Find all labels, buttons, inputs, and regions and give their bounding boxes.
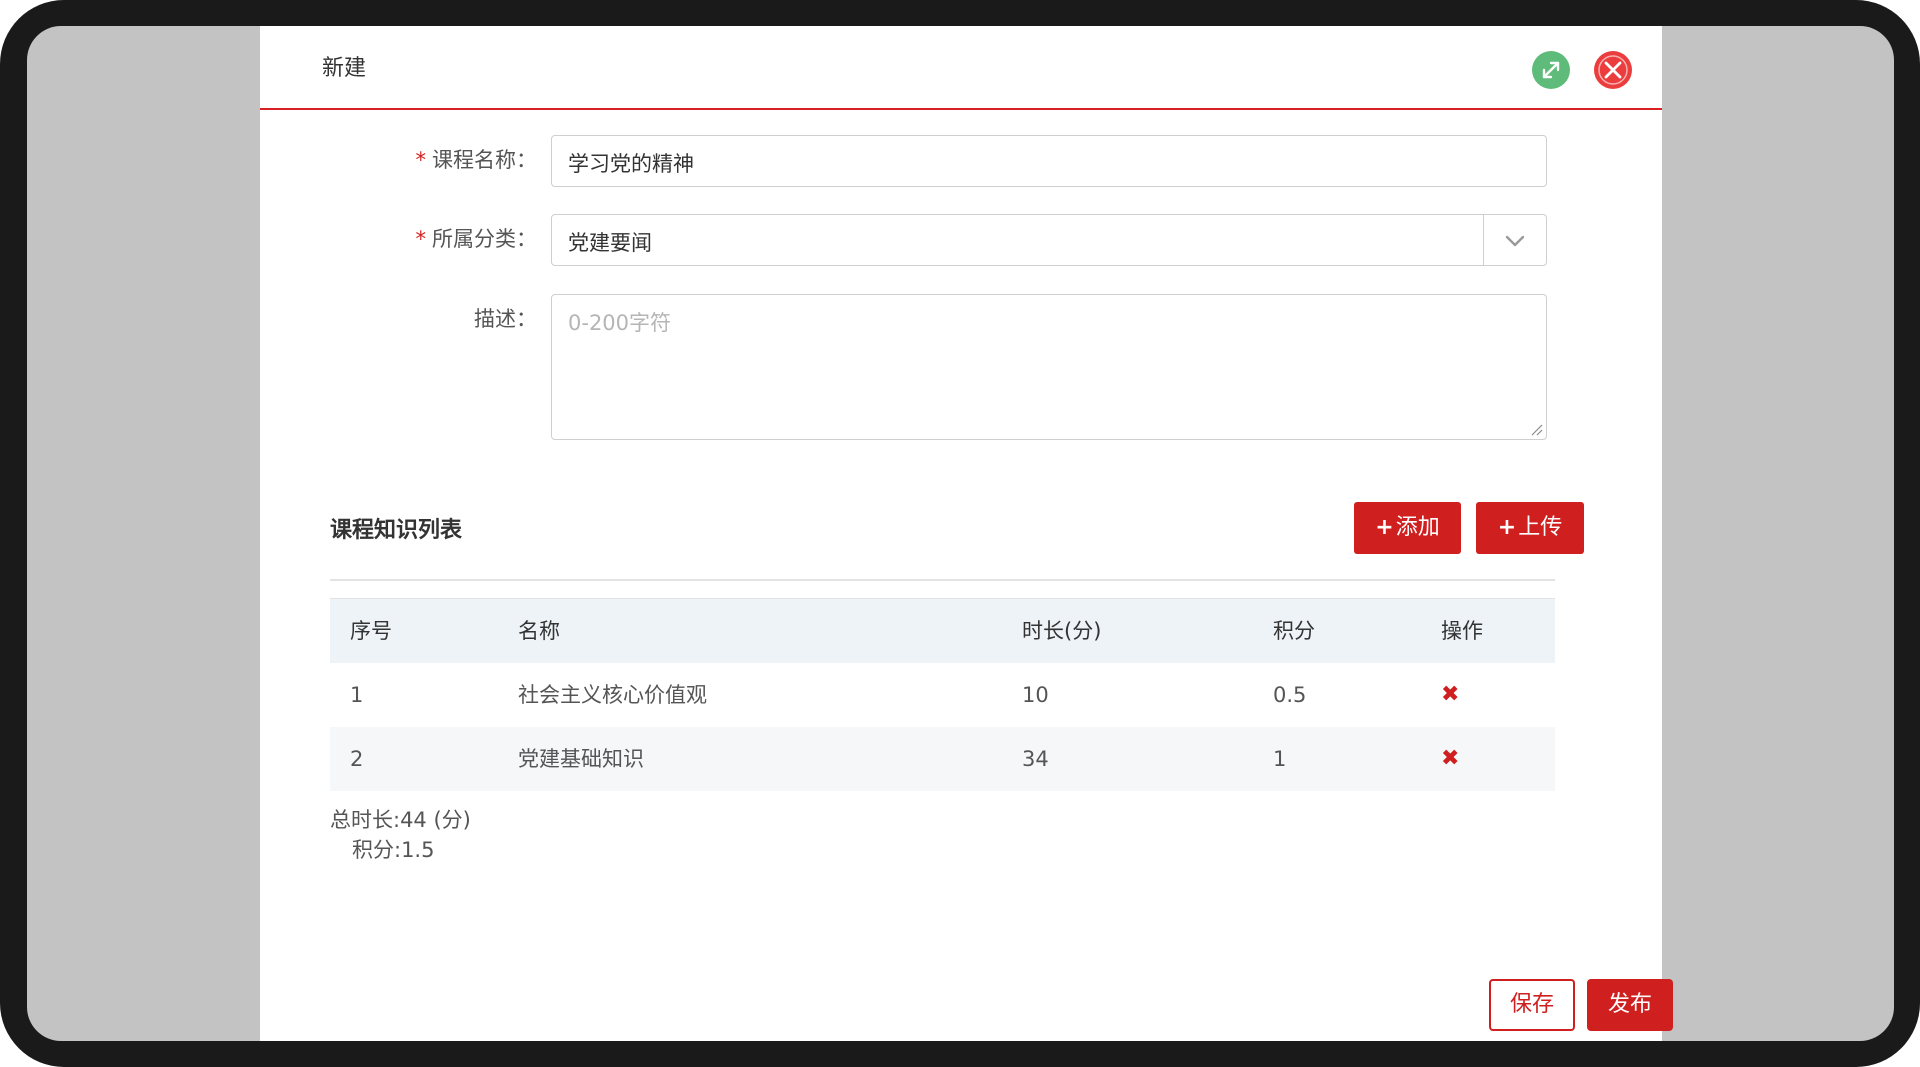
row-index: 1 bbox=[350, 683, 364, 707]
dialog-header: 新建 bbox=[260, 26, 1662, 110]
section-divider bbox=[330, 579, 1555, 581]
course-name-value: 学习党的精神 bbox=[568, 152, 694, 176]
description-label: 描述： bbox=[320, 303, 537, 333]
category-label-text: 所属分类： bbox=[432, 227, 537, 251]
category-label: * 所属分类： bbox=[320, 223, 538, 253]
knowledge-list-title: 课程知识列表 bbox=[330, 518, 463, 543]
row-points: 1 bbox=[1273, 747, 1287, 771]
expand-arrows-icon bbox=[1542, 61, 1560, 79]
category-value: 党建要闻 bbox=[568, 231, 652, 255]
column-header-points: 积分 bbox=[1273, 619, 1315, 643]
plus-icon: + bbox=[1375, 515, 1394, 540]
expand-button[interactable] bbox=[1532, 51, 1570, 89]
save-button[interactable]: 保存 bbox=[1489, 979, 1575, 1031]
table-row: 2 党建基础知识 34 1 ✖ bbox=[330, 727, 1555, 791]
table-row: 1 社会主义核心价值观 10 0.5 ✖ bbox=[330, 663, 1555, 727]
dialog-title: 新建 bbox=[322, 56, 367, 81]
upload-knowledge-button[interactable]: +上传 bbox=[1476, 502, 1584, 554]
required-mark: * bbox=[415, 148, 427, 172]
total-points: 积分:1.5 bbox=[352, 838, 435, 862]
screen: 新建 * 课程名称： 学习党的精神 * 所属分类： 党建要闻 描述： 0-200… bbox=[27, 26, 1894, 1041]
row-points: 0.5 bbox=[1273, 683, 1307, 707]
row-index: 2 bbox=[350, 747, 364, 771]
add-button-label: 添加 bbox=[1395, 515, 1440, 540]
description-label-text: 描述： bbox=[474, 307, 537, 331]
publish-button[interactable]: 发布 bbox=[1587, 979, 1673, 1031]
chevron-down-icon bbox=[1505, 235, 1525, 247]
description-placeholder: 0-200字符 bbox=[568, 311, 672, 335]
course-name-label: * 课程名称： bbox=[320, 144, 538, 174]
table-header: 序号 名称 时长(分) 积分 操作 bbox=[330, 598, 1555, 663]
course-name-label-text: 课程名称： bbox=[432, 148, 537, 172]
resize-grip-icon[interactable] bbox=[1529, 422, 1543, 436]
column-header-name: 名称 bbox=[518, 619, 560, 643]
knowledge-summary: 总时长:44 (分) 积分:1.5 bbox=[330, 805, 471, 865]
description-textarea[interactable]: 0-200字符 bbox=[551, 294, 1547, 440]
category-select[interactable]: 党建要闻 bbox=[551, 214, 1547, 266]
close-button[interactable] bbox=[1594, 51, 1632, 89]
device-frame: 新建 * 课程名称： 学习党的精神 * 所属分类： 党建要闻 描述： 0-200… bbox=[0, 0, 1920, 1067]
column-header-action: 操作 bbox=[1441, 619, 1483, 643]
course-name-input[interactable]: 学习党的精神 bbox=[551, 135, 1547, 187]
delete-x-icon[interactable]: ✖ bbox=[1441, 663, 1459, 727]
row-name: 社会主义核心价值观 bbox=[518, 683, 707, 707]
new-course-dialog: 新建 * 课程名称： 学习党的精神 * 所属分类： 党建要闻 描述： 0-200… bbox=[260, 26, 1673, 1041]
plus-icon: + bbox=[1497, 515, 1517, 540]
close-x-icon bbox=[1598, 55, 1628, 85]
category-dropdown-toggle[interactable] bbox=[1483, 215, 1546, 265]
required-mark: * bbox=[415, 227, 427, 251]
delete-x-icon[interactable]: ✖ bbox=[1441, 727, 1459, 791]
row-duration: 10 bbox=[1022, 683, 1049, 707]
column-header-duration: 时长(分) bbox=[1022, 619, 1102, 643]
total-duration: 总时长:44 (分) bbox=[330, 808, 471, 832]
knowledge-table: 序号 名称 时长(分) 积分 操作 1 社会主义核心价值观 10 0.5 ✖ 2… bbox=[330, 598, 1555, 791]
add-knowledge-button[interactable]: +添加 bbox=[1354, 502, 1461, 554]
column-header-index: 序号 bbox=[350, 619, 392, 643]
row-name: 党建基础知识 bbox=[518, 747, 644, 771]
upload-button-label: 上传 bbox=[1518, 515, 1563, 540]
row-duration: 34 bbox=[1022, 747, 1049, 771]
